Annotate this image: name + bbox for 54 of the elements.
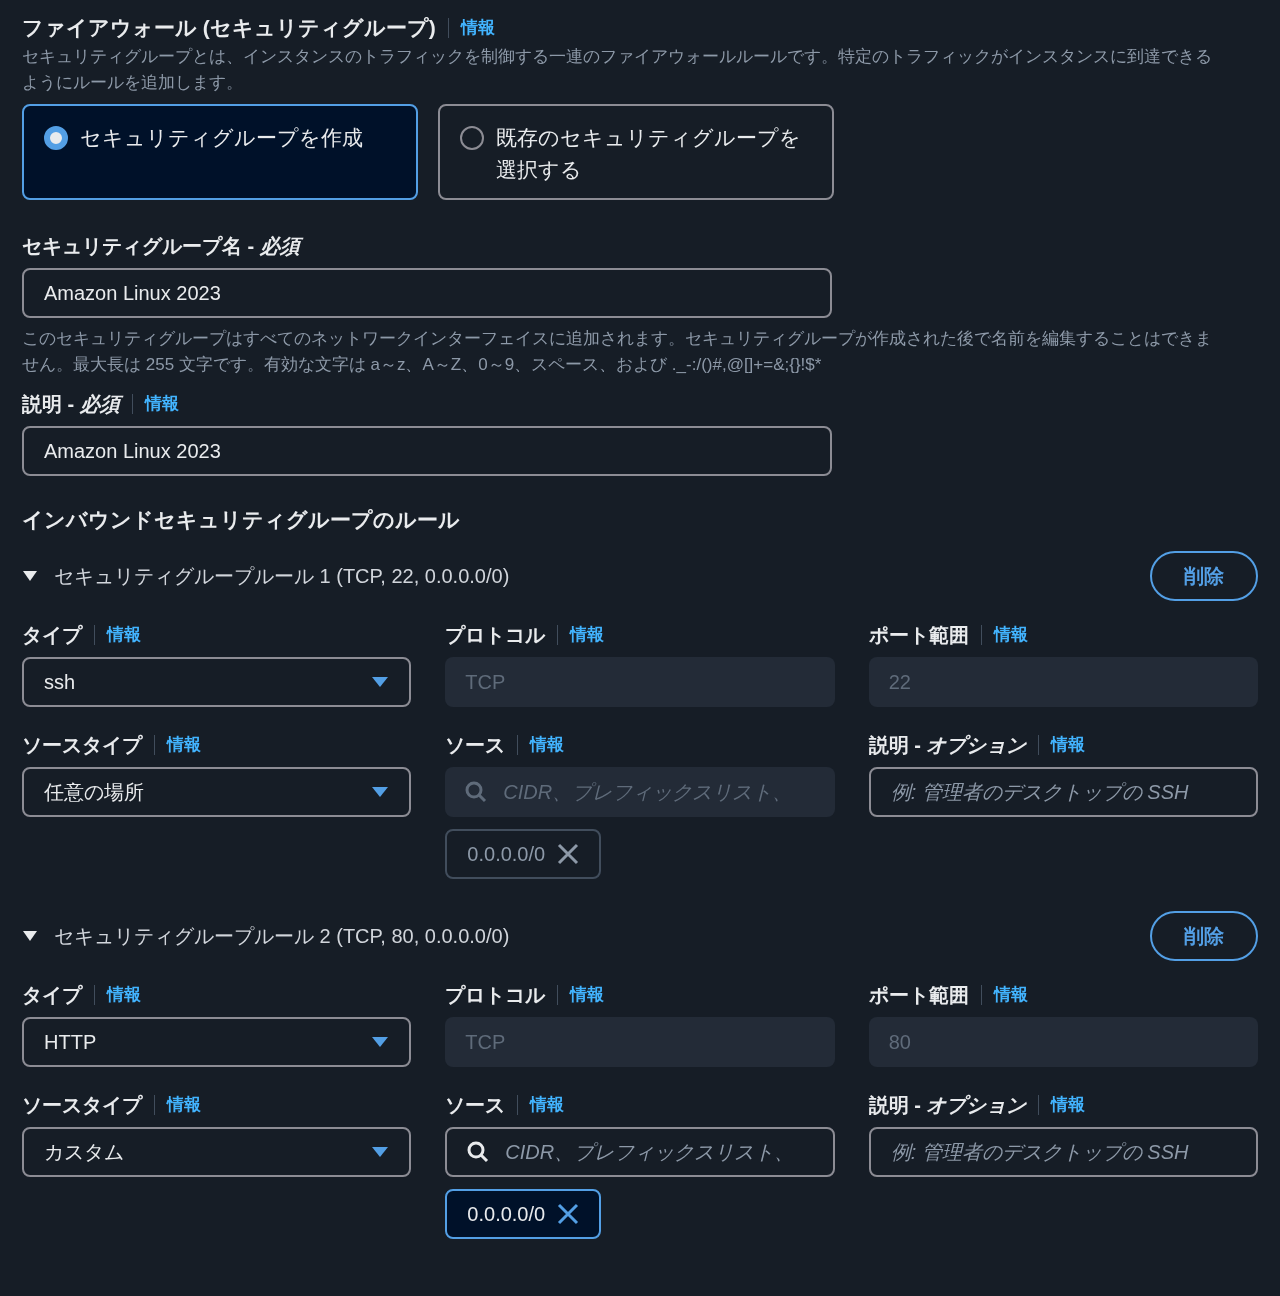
- field-label: 説明 - オプション: [868, 1093, 1027, 1118]
- info-link[interactable]: 情報: [167, 1092, 201, 1118]
- radio-button[interactable]: [44, 125, 68, 150]
- field-label: タイプ: [22, 983, 82, 1008]
- section-description: セキュリティグループとは、インスタンスのトラフィックを制御する一連のファイアウォールルールです。特定のトラフィックがインスタンスに到達できるようにルールを追加します。: [22, 45, 1213, 94]
- field-label: プロトコル: [445, 623, 546, 648]
- caret-down-icon: [371, 1036, 390, 1048]
- caret-down-icon: [371, 1146, 390, 1158]
- info-link[interactable]: 情報: [1051, 732, 1086, 758]
- field-label: ポート範囲: [868, 623, 969, 648]
- rule-title: セキュリティグループルール 1 (TCP, 22, 0.0.0.0/0): [54, 564, 510, 589]
- select-field[interactable]: ssh: [22, 657, 412, 707]
- caret-down-icon[interactable]: [22, 570, 38, 582]
- search-icon: [465, 781, 488, 803]
- info-link[interactable]: 情報: [107, 622, 141, 648]
- info-link[interactable]: 情報: [1051, 1092, 1086, 1118]
- radio-option-card[interactable]: セキュリティグループを作成: [22, 103, 418, 200]
- field-label: プロトコル: [445, 983, 546, 1008]
- field-label: ソース: [445, 733, 506, 758]
- info-link[interactable]: 情報: [460, 15, 495, 41]
- info-link[interactable]: 情報: [144, 390, 179, 417]
- info-link[interactable]: 情報: [107, 982, 141, 1008]
- radio-button[interactable]: [460, 125, 484, 150]
- caret-down-icon: [371, 786, 390, 798]
- select-field[interactable]: HTTP: [22, 1017, 412, 1067]
- token-chip: 0.0.0.0/0: [445, 1189, 602, 1239]
- field-hint: このセキュリティグループはすべてのネットワークインターフェイスに追加されます。セキュリティグループが作成された後で名前を編集することはできません。最大長は 255 文字です。有効な文字は a～z、A～Z、0～9、スペース、および ._-:/()#,@[]+=&;{}!$*: [22, 327, 1213, 376]
- select-field[interactable]: カスタム: [22, 1127, 412, 1177]
- field-label: ソースタイプ: [22, 1093, 142, 1118]
- delete-button[interactable]: 削除: [1150, 551, 1258, 601]
- caret-down-icon[interactable]: [22, 930, 38, 942]
- info-link[interactable]: 情報: [167, 732, 201, 758]
- field-label: ポート範囲: [868, 983, 969, 1008]
- search-field[interactable]: CIDR、プレフィックスリスト、: [445, 1127, 835, 1177]
- field-label: ソース: [445, 1093, 506, 1118]
- input-field[interactable]: Amazon Linux 2023: [22, 425, 832, 476]
- token-chip: 0.0.0.0/0: [445, 829, 602, 879]
- input-field[interactable]: 例: 管理者のデスクトップの SSH: [868, 767, 1258, 817]
- delete-button[interactable]: 削除: [1150, 911, 1258, 961]
- close-icon[interactable]: [557, 1203, 580, 1225]
- rule-title: セキュリティグループルール 2 (TCP, 80, 0.0.0.0/0): [54, 924, 510, 949]
- select-field[interactable]: 任意の場所: [22, 767, 412, 817]
- caret-down-icon: [371, 676, 390, 688]
- section-title: ファイアウォール (セキュリティグループ): [22, 15, 436, 41]
- subsection-title: インバウンドセキュリティグループのルール: [22, 506, 461, 533]
- input-field[interactable]: 例: 管理者のデスクトップの SSH: [868, 1127, 1258, 1177]
- field-label: ソースタイプ: [22, 733, 142, 758]
- field-label: タイプ: [22, 623, 82, 648]
- input-field[interactable]: Amazon Linux 2023: [22, 267, 832, 318]
- close-icon[interactable]: [557, 843, 580, 865]
- field-label: 説明 - オプション: [868, 733, 1027, 758]
- search-icon: [467, 1141, 490, 1163]
- radio-option-card[interactable]: 既存のセキュリティグループを選択する: [438, 103, 834, 200]
- info-link[interactable]: 情報: [530, 1092, 565, 1118]
